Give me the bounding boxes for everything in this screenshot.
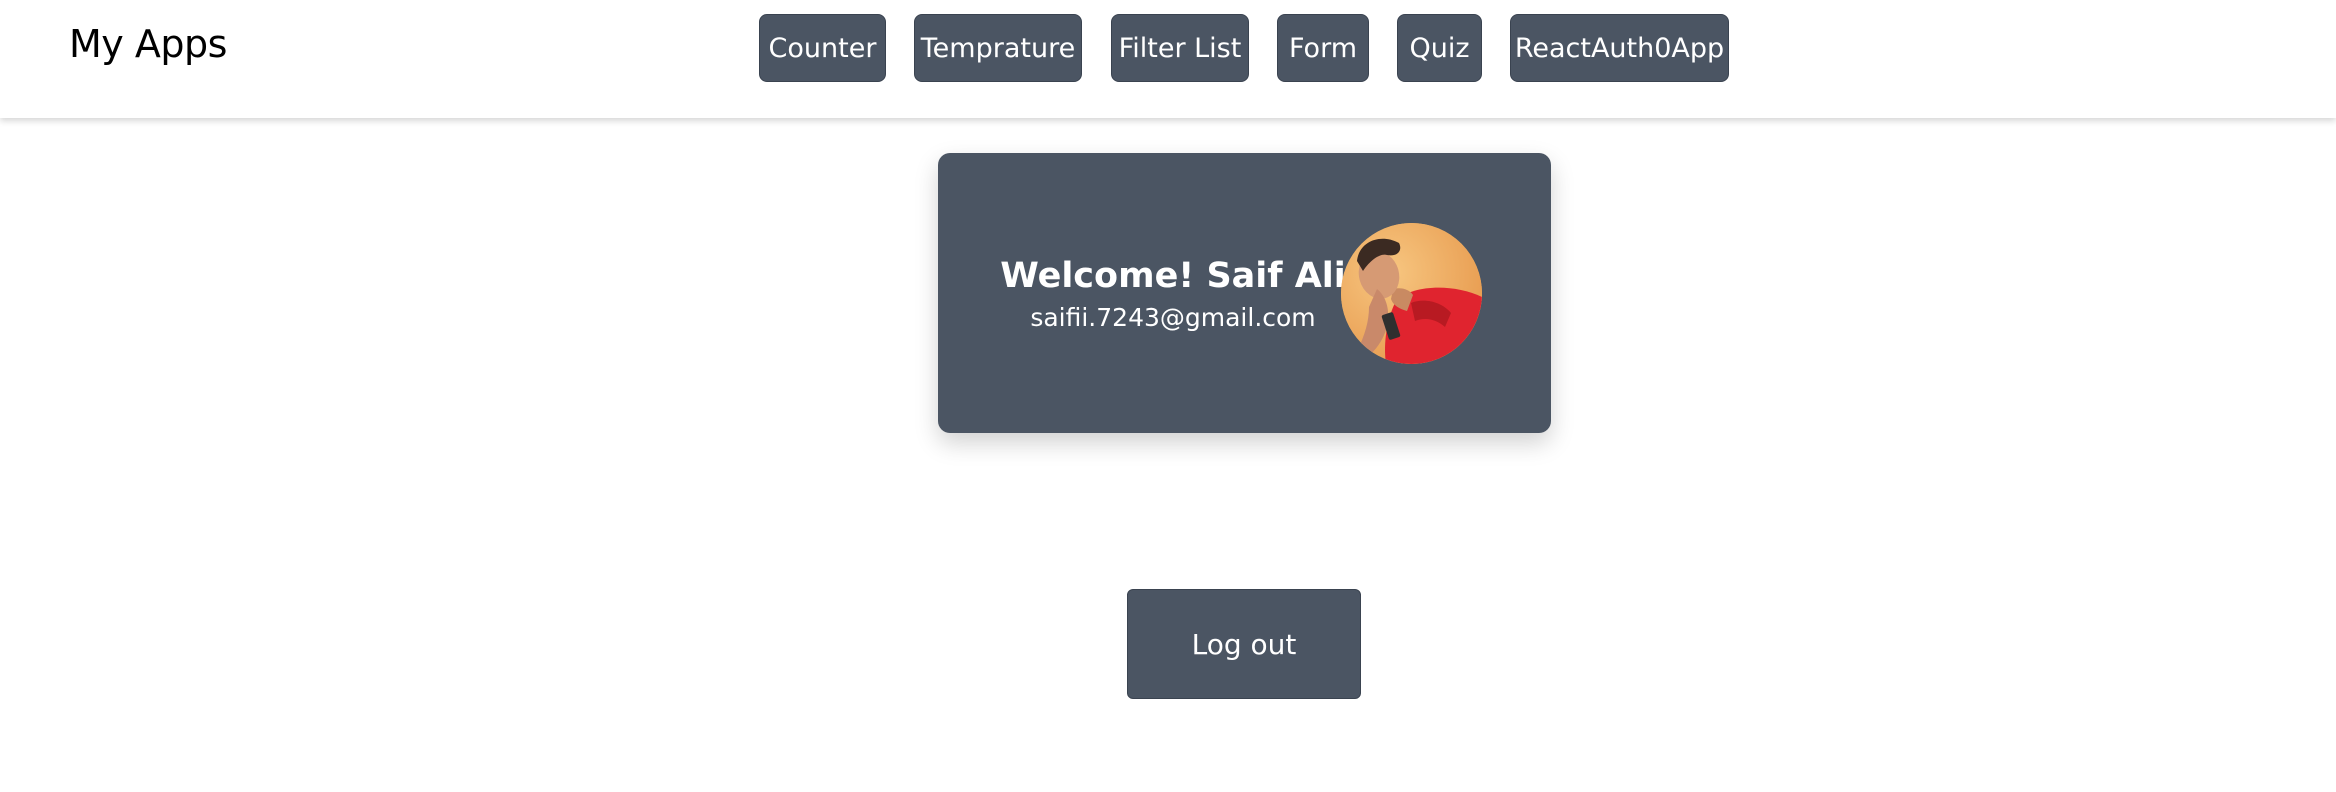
profile-card: Welcome! Saif Ali saifii.7243@gmail.com <box>938 153 1551 433</box>
nav-form-button[interactable]: Form <box>1277 14 1369 82</box>
app-brand[interactable]: My Apps <box>69 22 227 66</box>
nav-quiz-button[interactable]: Quiz <box>1397 14 1482 82</box>
nav-temprature-button[interactable]: Temprature <box>914 14 1082 82</box>
avatar <box>1341 223 1482 364</box>
user-photo-icon <box>1341 223 1482 364</box>
welcome-heading: Welcome! Saif Ali <box>1000 256 1346 296</box>
top-navbar: My Apps Counter Temprature Filter List F… <box>0 0 2336 118</box>
nav-counter-button[interactable]: Counter <box>759 14 886 82</box>
nav-reactauth0app-button[interactable]: ReactAuth0App <box>1510 14 1729 82</box>
user-email: saifii.7243@gmail.com <box>1030 303 1316 332</box>
nav-filter-list-button[interactable]: Filter List <box>1111 14 1249 82</box>
logout-button[interactable]: Log out <box>1127 589 1361 699</box>
